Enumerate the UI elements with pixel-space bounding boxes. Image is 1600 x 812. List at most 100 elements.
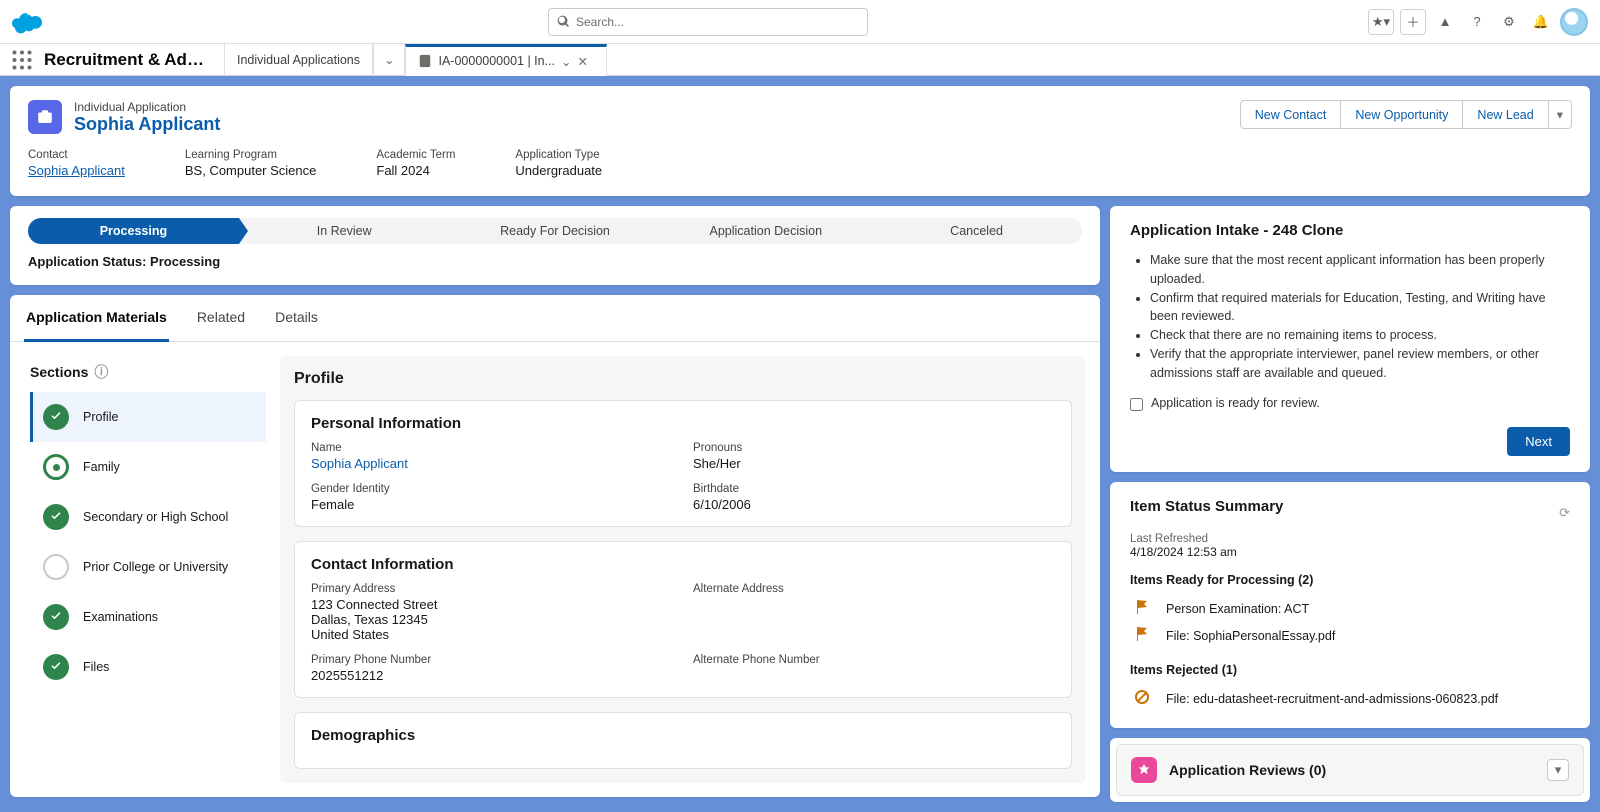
tab-record[interactable]: IA-0000000001 | In... ⌄ ✕ [405, 44, 607, 76]
section-status-icon [43, 454, 69, 480]
application-reviews: Application Reviews (0) ▾ [1116, 744, 1584, 796]
profile-title: Profile [294, 370, 1072, 388]
path-stage-ready[interactable]: Ready For Decision [450, 218, 661, 244]
section-label: Prior College or University [83, 560, 228, 574]
section-item[interactable]: Family [30, 442, 266, 492]
path-stage-decision[interactable]: Application Decision [660, 218, 871, 244]
new-lead-button[interactable]: New Lead [1463, 100, 1548, 129]
record-actions: New Contact New Opportunity New Lead ▾ [1240, 100, 1572, 129]
section-status-icon [43, 504, 69, 530]
field-value: Undergraduate [515, 163, 602, 178]
path-panel: Processing In Review Ready For Decision … [10, 206, 1100, 285]
record-type-label: Individual Application [74, 100, 220, 114]
section-item[interactable]: Profile [30, 392, 266, 442]
address-line: United States [311, 627, 673, 642]
contact-info-card: Contact Information Primary Address 123 … [294, 541, 1072, 698]
reject-icon [1134, 689, 1150, 708]
reviews-icon [1131, 757, 1157, 783]
address-line: Dallas, Texas 12345 [311, 612, 673, 627]
field-gender: Gender Identity Female [311, 483, 673, 512]
intake-bullet: Confirm that required materials for Educ… [1150, 289, 1570, 327]
field-value: Female [311, 497, 673, 512]
intake-panel: Application Intake - 248 Clone Make sure… [1110, 206, 1590, 472]
flag-icon [1134, 626, 1150, 645]
rejected-item: File: edu-datasheet-recruitment-and-admi… [1130, 685, 1570, 712]
global-actions-button[interactable]: ＋ [1400, 9, 1426, 35]
rejected-header: Items Rejected (1) [1130, 663, 1570, 677]
new-opportunity-button[interactable]: New Opportunity [1341, 100, 1463, 129]
ready-item: File: SophiaPersonalEssay.pdf [1130, 622, 1570, 649]
intake-title: Application Intake - 248 Clone [1130, 222, 1570, 239]
section-label: Secondary or High School [83, 510, 228, 524]
field-label: Primary Address [311, 583, 673, 595]
next-button[interactable]: Next [1507, 427, 1570, 456]
field-alternate-phone: Alternate Phone Number [693, 654, 1055, 683]
close-icon[interactable]: ✕ [578, 54, 588, 69]
ready-item: Person Examination: ACT [1130, 595, 1570, 622]
user-avatar[interactable] [1560, 8, 1588, 36]
field-birthdate: Birthdate 6/10/2006 [693, 483, 1055, 512]
checkbox-label: Application is ready for review. [1151, 396, 1320, 410]
tab-menu[interactable]: ⌄ [373, 44, 405, 76]
last-refreshed-value: 4/18/2024 12:53 am [1130, 545, 1570, 559]
trailhead-icon[interactable]: ▲ [1432, 9, 1458, 35]
path-stage-canceled[interactable]: Canceled [871, 218, 1082, 244]
new-contact-button[interactable]: New Contact [1240, 100, 1342, 129]
favorites-button[interactable]: ★▾ [1368, 9, 1394, 35]
ready-checkbox[interactable] [1130, 398, 1143, 411]
field-label: Academic Term [376, 149, 455, 161]
field-label: Name [311, 442, 673, 454]
header-utilities: ★▾ ＋ ▲ ? ⚙ 🔔 [1368, 8, 1588, 36]
field-value-link[interactable]: Sophia Applicant [28, 163, 125, 178]
notifications-button[interactable]: 🔔 [1528, 9, 1554, 35]
tab-label: IA-0000000001 | In... [438, 54, 555, 68]
help-button[interactable]: ? [1464, 9, 1490, 35]
app-launcher-icon[interactable] [12, 50, 32, 70]
field-primary-phone: Primary Phone Number 2025551212 [311, 654, 673, 683]
setup-button[interactable]: ⚙ [1496, 9, 1522, 35]
tab-label: Individual Applications [237, 53, 360, 67]
more-actions-button[interactable]: ▾ [1549, 100, 1572, 129]
field-label: Primary Phone Number [311, 654, 673, 666]
page-content: Individual Application Sophia Applicant … [0, 76, 1600, 812]
field-value: 6/10/2006 [693, 497, 1055, 512]
sections-title: Sections [30, 364, 88, 380]
section-item[interactable]: Prior College or University [30, 542, 266, 592]
section-item[interactable]: Secondary or High School [30, 492, 266, 542]
field-name: Name Sophia Applicant [311, 442, 673, 471]
expand-button[interactable]: ▾ [1547, 759, 1569, 781]
tab-individual-applications[interactable]: Individual Applications [224, 44, 373, 76]
address-line: 123 Connected Street [311, 597, 673, 612]
card-title: Personal Information [311, 415, 1055, 432]
tab-application-materials[interactable]: Application Materials [24, 295, 169, 342]
field-program: Learning Program BS, Computer Science [185, 149, 317, 178]
application-status: Application Status: Processing [28, 254, 1082, 269]
intake-bullet: Check that there are no remaining items … [1150, 326, 1570, 345]
path-stage-in-review[interactable]: In Review [239, 218, 450, 244]
last-refreshed: Last Refreshed 4/18/2024 12:53 am [1130, 533, 1570, 559]
demographics-card: Demographics [294, 712, 1072, 769]
tab-details[interactable]: Details [273, 295, 320, 341]
card-title: Demographics [311, 727, 1055, 744]
info-icon[interactable]: ⓘ [94, 362, 108, 382]
field-label: Birthdate [693, 483, 1055, 495]
field-value-link[interactable]: Sophia Applicant [311, 456, 673, 471]
field-label: Pronouns [693, 442, 1055, 454]
tab-related[interactable]: Related [195, 295, 247, 341]
refresh-icon[interactable]: ⟳ [1559, 505, 1570, 521]
record-header: Individual Application Sophia Applicant … [10, 86, 1590, 196]
field-alternate-address: Alternate Address [693, 583, 1055, 642]
ready-header: Items Ready for Processing (2) [1130, 573, 1570, 587]
global-search[interactable]: Search... [548, 8, 868, 36]
field-contact: Contact Sophia Applicant [28, 149, 125, 178]
item-text: File: edu-datasheet-recruitment-and-admi… [1166, 692, 1498, 706]
personal-info-card: Personal Information Name Sophia Applica… [294, 400, 1072, 527]
record-title[interactable]: Sophia Applicant [74, 114, 220, 135]
section-item[interactable]: Files [30, 642, 266, 692]
ready-checkbox-row: Application is ready for review. [1130, 396, 1570, 411]
field-type: Application Type Undergraduate [515, 149, 602, 178]
path-stage-processing[interactable]: Processing [28, 218, 239, 244]
last-refreshed-label: Last Refreshed [1130, 533, 1570, 545]
section-item[interactable]: Examinations [30, 592, 266, 642]
field-label: Alternate Phone Number [693, 654, 1055, 666]
